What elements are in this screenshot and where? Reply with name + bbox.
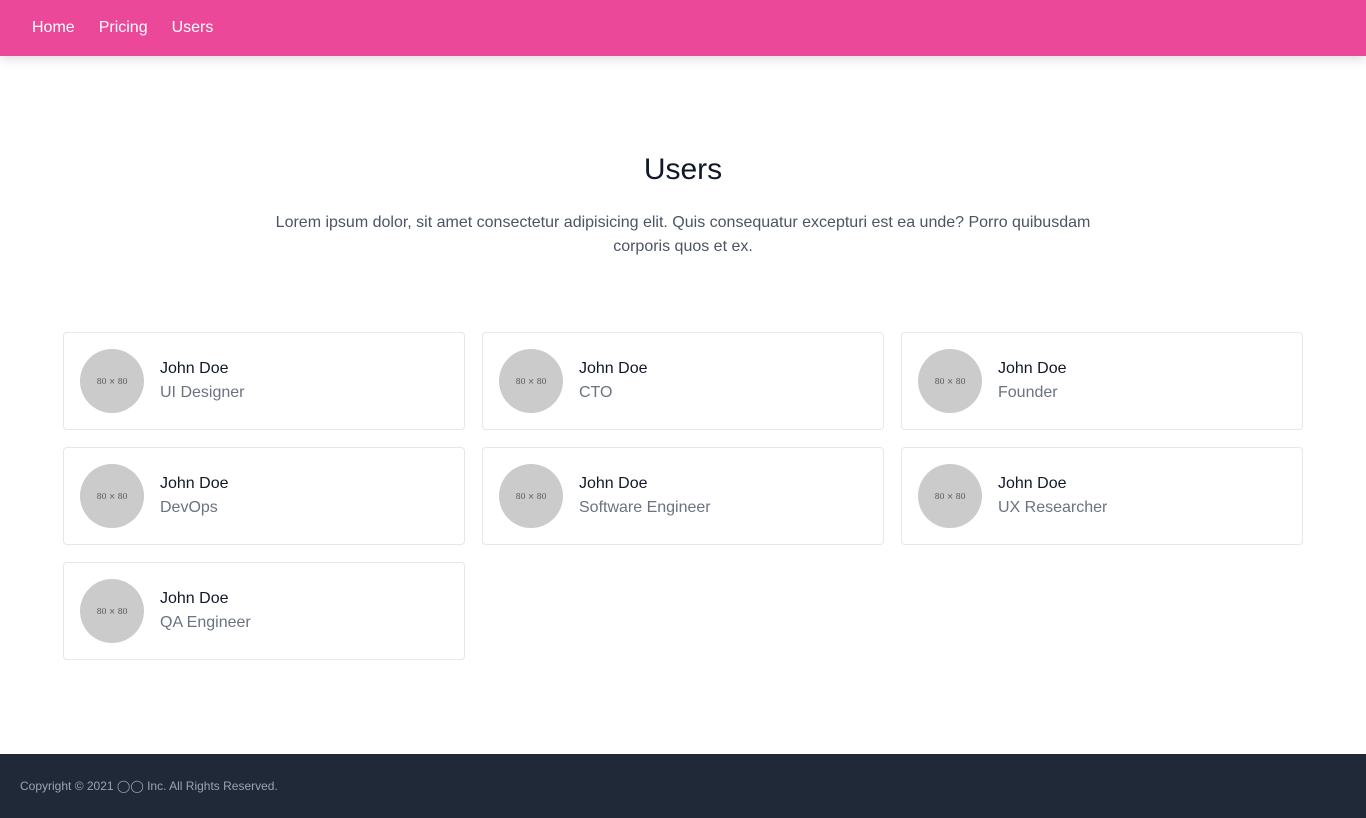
avatar-placeholder-label: 80 × 80: [96, 491, 128, 501]
user-avatar: 80 × 80: [80, 579, 144, 643]
user-card-text: John Doe Software Engineer: [579, 472, 711, 520]
footer-copyright: Copyright © 2021 ◯◯ Inc. All Rights Rese…: [20, 779, 278, 793]
user-card: 80 × 80 John Doe CTO: [482, 332, 884, 430]
user-card-text: John Doe UI Designer: [160, 357, 244, 405]
page-title: Users: [643, 153, 723, 186]
user-card-text: John Doe DevOps: [160, 472, 229, 520]
user-name: John Doe: [160, 360, 229, 377]
avatar-placeholder-label: 80 × 80: [96, 376, 128, 386]
avatar-placeholder-label: 80 × 80: [515, 376, 547, 386]
user-avatar: 80 × 80: [918, 464, 982, 528]
user-name: John Doe: [998, 475, 1067, 492]
page-header: Users Lorem ipsum dolor, sit amet consec…: [0, 152, 1366, 259]
avatar-placeholder-label: 80 × 80: [934, 376, 966, 386]
user-avatar: 80 × 80: [918, 349, 982, 413]
page-footer: Copyright © 2021 ◯◯ Inc. All Rights Rese…: [0, 754, 1366, 818]
user-card-text: John Doe UX Researcher: [998, 472, 1107, 520]
user-card: 80 × 80 John Doe Founder: [901, 332, 1303, 430]
user-role: QA Engineer: [160, 614, 251, 631]
user-avatar: 80 × 80: [499, 464, 563, 528]
user-role: UX Researcher: [998, 499, 1108, 516]
user-name: John Doe: [579, 360, 648, 377]
users-grid: 80 × 80 John Doe UI Designer 80 × 80 Joh…: [63, 332, 1303, 660]
user-role: CTO: [579, 384, 613, 401]
top-navbar: Home Pricing Users: [0, 0, 1366, 56]
user-card-text: John Doe Founder: [998, 357, 1067, 405]
avatar-placeholder-label: 80 × 80: [515, 491, 547, 501]
user-name: John Doe: [160, 590, 229, 607]
user-card: 80 × 80 John Doe DevOps: [63, 447, 465, 545]
nav-link-home[interactable]: Home: [32, 19, 75, 37]
page-subtitle: Lorem ipsum dolor, sit amet consectetur …: [275, 214, 1091, 255]
user-card: 80 × 80 John Doe UX Researcher: [901, 447, 1303, 545]
user-name: John Doe: [160, 475, 229, 492]
user-card-text: John Doe CTO: [579, 357, 648, 405]
user-card: 80 × 80 John Doe UI Designer: [63, 332, 465, 430]
user-role: DevOps: [160, 499, 218, 516]
user-role: Founder: [998, 384, 1058, 401]
user-avatar: 80 × 80: [499, 349, 563, 413]
user-avatar: 80 × 80: [80, 349, 144, 413]
user-card: 80 × 80 John Doe QA Engineer: [63, 562, 465, 660]
avatar-placeholder-label: 80 × 80: [96, 606, 128, 616]
user-card-text: John Doe QA Engineer: [160, 587, 251, 635]
user-name: John Doe: [998, 360, 1067, 377]
user-role: UI Designer: [160, 384, 245, 401]
avatar-placeholder-label: 80 × 80: [934, 491, 966, 501]
nav-link-users[interactable]: Users: [172, 19, 214, 37]
user-card: 80 × 80 John Doe Software Engineer: [482, 447, 884, 545]
nav-link-pricing[interactable]: Pricing: [99, 19, 148, 37]
user-role: Software Engineer: [579, 499, 711, 516]
user-avatar: 80 × 80: [80, 464, 144, 528]
user-name: John Doe: [579, 475, 648, 492]
